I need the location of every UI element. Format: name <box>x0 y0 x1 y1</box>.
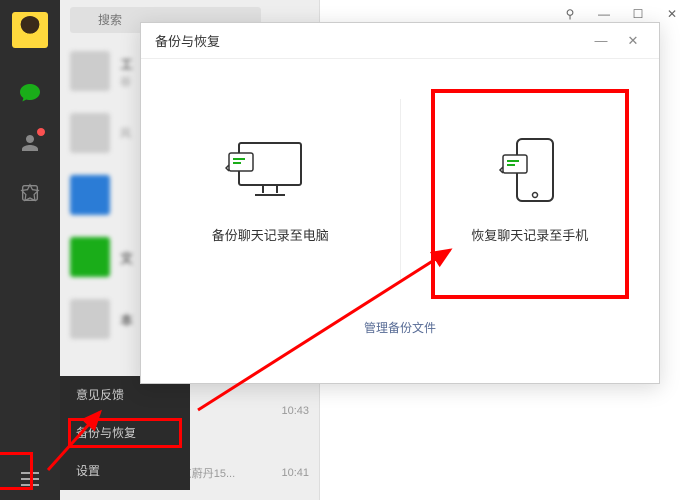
favorites-tab-icon[interactable] <box>17 180 43 206</box>
restore-to-phone-option[interactable]: 恢复聊天记录至手机 <box>401 59 660 319</box>
manage-backup-link[interactable]: 管理备份文件 <box>364 321 436 335</box>
contacts-badge <box>37 128 45 136</box>
close-button[interactable]: ✕ <box>655 0 689 28</box>
dialog-header: 备份与恢复 — ✕ <box>141 23 659 59</box>
backup-to-pc-option[interactable]: 备份聊天记录至电脑 <box>141 59 400 319</box>
menu-item-backup-restore[interactable]: 备份与恢复 <box>60 414 190 452</box>
sidebar <box>0 0 60 500</box>
dialog-close-icon[interactable]: ✕ <box>621 33 645 49</box>
backup-restore-dialog: 备份与恢复 — ✕ 备份聊天记录至电脑 <box>140 22 660 384</box>
backup-label: 备份聊天记录至电脑 <box>212 225 329 244</box>
dialog-title: 备份与恢复 <box>155 31 220 50</box>
chat-tab-icon[interactable] <box>17 80 43 106</box>
popup-menu: 意见反馈 备份与恢复 设置 <box>60 376 190 490</box>
phone-icon <box>485 135 575 205</box>
contacts-tab-icon[interactable] <box>17 130 43 156</box>
monitor-icon <box>225 135 315 205</box>
menu-button[interactable] <box>17 466 43 492</box>
menu-item-settings[interactable]: 设置 <box>60 452 190 490</box>
avatar[interactable] <box>12 12 48 48</box>
dialog-minimize-icon[interactable]: — <box>589 33 613 48</box>
restore-label: 恢复聊天记录至手机 <box>471 225 588 244</box>
